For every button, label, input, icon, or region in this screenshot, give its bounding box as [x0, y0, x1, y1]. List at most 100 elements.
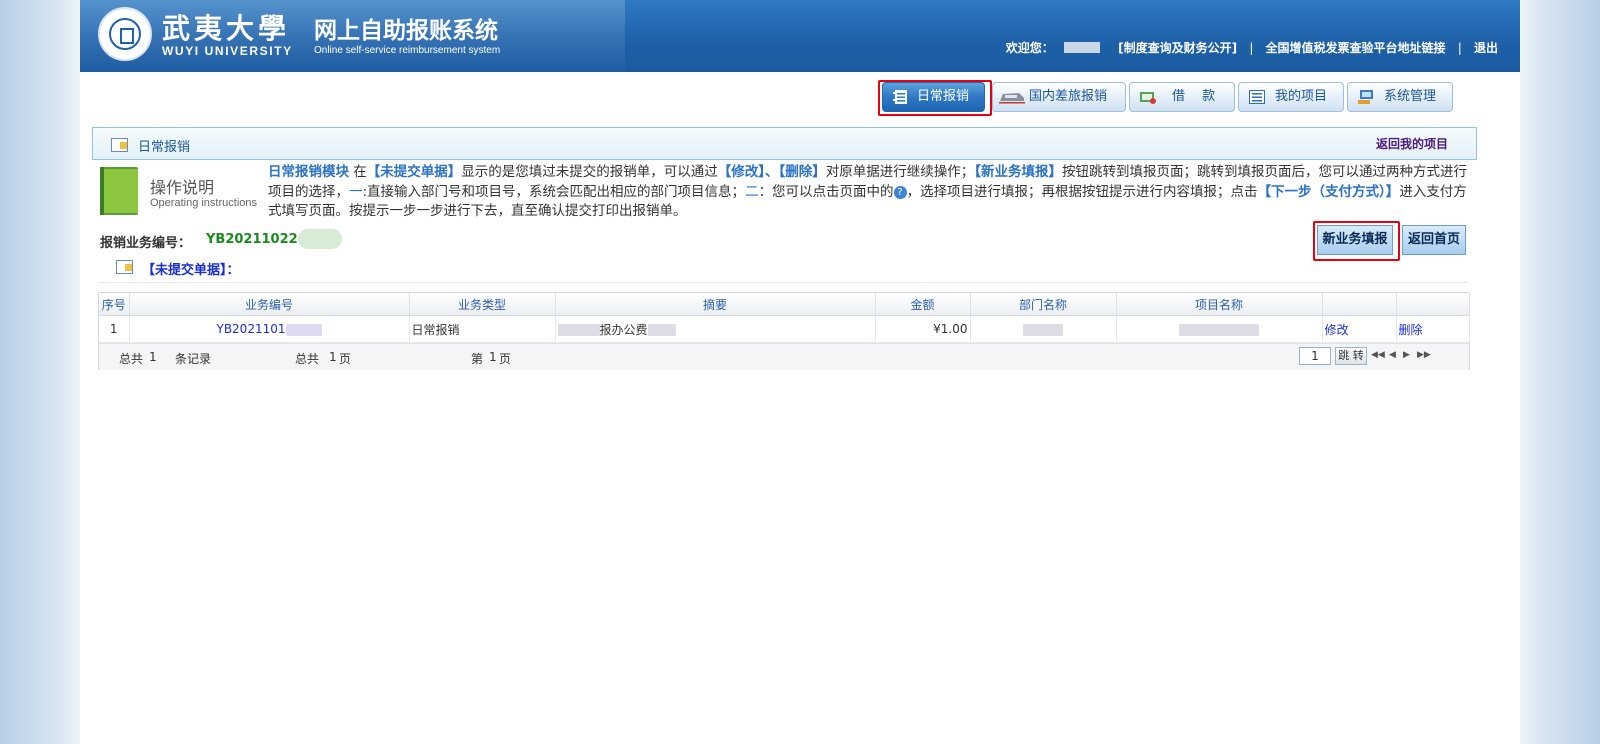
- business-number-redacted: [298, 229, 342, 249]
- form-icon: [116, 260, 133, 274]
- last-page-icon[interactable]: ▶▶: [1417, 350, 1431, 360]
- pager-total-records: 1: [149, 350, 157, 364]
- pager-pages-label: 总共: [295, 352, 320, 366]
- pager: 总共 1 条记录 总共 1 页 第 1 页 1 跳 转 ◀◀ ◀ ▶ ▶▶: [99, 343, 1469, 370]
- list-icon: [1249, 90, 1265, 104]
- col-project[interactable]: 项目名称: [1116, 293, 1323, 316]
- edit-link[interactable]: 修改: [1325, 323, 1349, 337]
- redacted: [285, 323, 322, 336]
- col-delete: [1396, 293, 1470, 316]
- section-title-bar: 日常报销 返回我的项目: [92, 127, 1477, 160]
- user-bar: 欢迎您： [制度查询及财务公开] | 全国增值税发票查验平台地址链接 | 退出: [1006, 39, 1498, 56]
- tab-loan[interactable]: 借 款: [1129, 82, 1235, 112]
- instructions-text: 日常报销模块 在【未提交单据】显示的是您填过未提交的报销单，可以通过【修改】、【…: [268, 163, 1468, 222]
- return-home-button[interactable]: 返回首页: [1402, 225, 1466, 255]
- book-icon: [100, 167, 138, 215]
- tab-domestic-travel[interactable]: 国内差旅报销: [992, 82, 1126, 112]
- col-type[interactable]: 业务类型: [409, 293, 556, 316]
- business-number-value: YB20211022: [206, 232, 298, 247]
- instr-seg: 【未提交单据】: [366, 164, 462, 180]
- redacted: [1023, 323, 1063, 336]
- form-icon: [111, 138, 128, 152]
- redacted: [647, 324, 676, 336]
- pager-current-label: 第: [471, 352, 484, 366]
- cell-type: 日常报销: [409, 315, 556, 343]
- next-page-icon[interactable]: ▶: [1403, 350, 1410, 360]
- cell-biz-no[interactable]: YB2021101: [129, 315, 410, 343]
- cell-summary: 报办公费: [555, 315, 876, 343]
- university-name-en: WUYI UNIVERSITY: [162, 44, 293, 58]
- notebook-icon: [893, 90, 907, 104]
- col-amount[interactable]: 金额: [875, 293, 971, 316]
- system-title: 网上自助报账系统: [314, 18, 498, 44]
- pager-total-label: 总共: [119, 352, 144, 366]
- unsubmitted-table: 序号 业务编号 业务类型 摘要 金额 部门名称 项目名称 1 YB2021101…: [98, 292, 1470, 370]
- cash-icon: [1140, 92, 1156, 104]
- instructions-subtitle: Operating instructions: [150, 197, 257, 209]
- pager-pages-suffix: 页: [339, 352, 352, 366]
- tab-label: 日常报销: [917, 89, 970, 104]
- cell-amount: ¥1.00: [875, 315, 971, 343]
- col-summary[interactable]: 摘要: [555, 293, 876, 316]
- unsubmitted-section-title: 【未提交单据】：: [142, 263, 240, 278]
- username-redacted: [1063, 42, 1100, 53]
- tab-my-projects[interactable]: 我的项目: [1238, 82, 1344, 112]
- welcome-label: 欢迎您：: [1005, 41, 1054, 55]
- instr-seg: 一: [349, 183, 363, 200]
- tab-daily-reimbursement[interactable]: 日常报销: [882, 82, 985, 112]
- instr-seg: 【新业务填报】: [974, 164, 1063, 180]
- new-business-button[interactable]: 新业务填报: [1317, 225, 1393, 255]
- page: 武夷大學 WUYI UNIVERSITY 网上自助报账系统 Online sel…: [80, 0, 1520, 744]
- instr-seg: ，选择项目进行填报；再根据按钮提示进行内容填报；点击: [906, 183, 1258, 200]
- instr-seg: 【修改】、【删除】: [717, 164, 826, 180]
- header: 武夷大學 WUYI UNIVERSITY 网上自助报账系统 Online sel…: [80, 0, 1520, 72]
- col-biz-no[interactable]: 业务编号: [129, 293, 410, 316]
- col-seq[interactable]: 序号: [99, 293, 130, 316]
- tab-label: 我的项目: [1275, 89, 1328, 104]
- tab-system-admin[interactable]: 系统管理: [1347, 82, 1453, 112]
- instr-seg: :直接输入部门号和项目号，系统会匹配出相应的部门项目信息；: [362, 183, 746, 200]
- col-dept[interactable]: 部门名称: [970, 293, 1117, 316]
- separator: |: [1249, 40, 1254, 55]
- col-edit: [1322, 293, 1397, 316]
- pager-records-suffix: 条记录: [175, 352, 212, 366]
- prev-page-icon[interactable]: ◀: [1389, 350, 1396, 360]
- cell-seq: 1: [99, 315, 130, 343]
- summary-text: 报办公费: [599, 322, 648, 337]
- computer-icon: [1358, 90, 1373, 104]
- tab-label: 借 款: [1172, 89, 1216, 104]
- policy-query-link[interactable]: [制度查询及财务公开]: [1118, 39, 1237, 56]
- system-subtitle: Online self-service reimbursement system: [314, 45, 501, 56]
- cell-edit: 修改: [1322, 315, 1397, 343]
- instr-seg: 二: [745, 183, 759, 200]
- vat-invoice-check-link[interactable]: 全国增值税发票查验平台地址链接: [1266, 39, 1446, 56]
- instr-seg: 日常报销模块: [268, 164, 349, 180]
- logout-link[interactable]: 退出: [1474, 39, 1498, 56]
- train-icon: [999, 93, 1025, 104]
- biz-no-text: YB2021101: [216, 322, 286, 336]
- first-page-icon[interactable]: ◀◀: [1371, 350, 1385, 360]
- delete-link[interactable]: 删除: [1399, 323, 1423, 337]
- page-title: 日常报销: [138, 140, 191, 155]
- tab-label: 系统管理: [1384, 89, 1437, 104]
- cell-project: [1116, 315, 1323, 343]
- pager-current: 1: [489, 350, 497, 364]
- business-number-label: 报销业务编号：: [100, 236, 192, 251]
- instr-seg: 显示的是您填过未提交的报销单，可以通过: [461, 164, 718, 180]
- pager-pages: 1: [329, 350, 337, 364]
- page-number-input[interactable]: 1: [1299, 347, 1331, 365]
- pager-current-suffix: 页: [499, 352, 512, 366]
- table-row[interactable]: 1 YB2021101 日常报销 报办公费 ¥1.00 修改 删除: [99, 315, 1470, 343]
- cell-delete: 删除: [1396, 315, 1470, 343]
- separator: |: [1457, 40, 1462, 55]
- tab-label: 国内差旅报销: [1029, 89, 1108, 104]
- cell-dept: [970, 315, 1117, 343]
- table-header: 序号 业务编号 业务类型 摘要 金额 部门名称 项目名称: [99, 293, 1470, 316]
- instr-seg: 对原单据进行继续操作；: [825, 164, 975, 180]
- go-button[interactable]: 跳 转: [1335, 347, 1367, 365]
- return-my-projects-link[interactable]: 返回我的项目: [1376, 135, 1448, 152]
- instr-seg: ：您可以点击页面中的: [758, 183, 894, 200]
- instructions-title: 操作说明: [150, 178, 215, 197]
- instr-seg: 【下一步（支付方式）】: [1257, 183, 1400, 200]
- redacted: [557, 324, 600, 336]
